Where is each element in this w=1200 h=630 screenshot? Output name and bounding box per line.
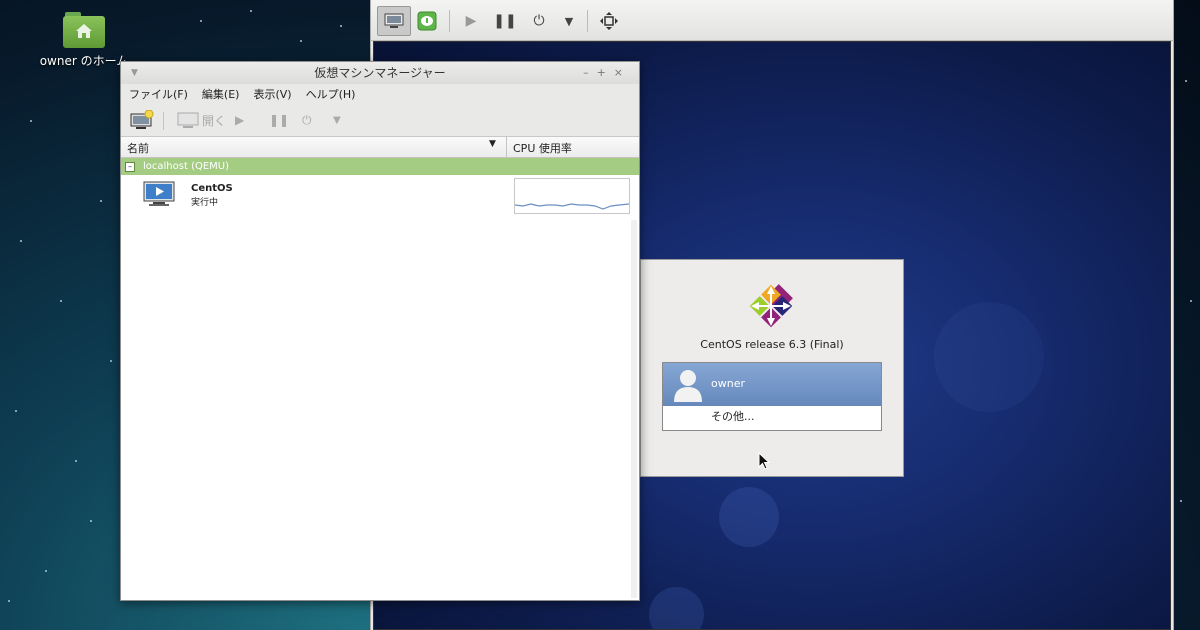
user-item-owner[interactable]: owner: [663, 363, 881, 406]
mouse-cursor-icon: [758, 451, 771, 473]
manager-toolbar: 開く ▶ ❚❚ ⏻ ▼: [121, 104, 639, 137]
chevron-down-icon: ▼: [564, 14, 574, 28]
user-name: owner: [711, 377, 745, 390]
centos-logo: [747, 282, 795, 333]
pause-icon: ❚❚: [269, 113, 290, 127]
open-button[interactable]: 開く: [177, 110, 226, 130]
host-row[interactable]: – localhost (QEMU): [121, 158, 639, 175]
new-vm-icon: [130, 110, 154, 129]
pause-icon: ❚❚: [493, 13, 517, 29]
shutdown-menu-button[interactable]: ▼: [333, 110, 341, 130]
monitor-icon: [384, 13, 404, 28]
pause-button[interactable]: ❚❚: [269, 110, 289, 130]
chevron-down-icon: ▼: [333, 114, 341, 126]
vm-name: CentOS: [191, 183, 233, 194]
fullscreen-button[interactable]: [595, 8, 623, 34]
user-list: owner その他...: [662, 362, 882, 431]
power-icon: ⏻: [533, 13, 545, 29]
shutdown-button[interactable]: ⏻: [302, 110, 312, 130]
run-button[interactable]: ▶: [235, 110, 244, 130]
maximize-icon[interactable]: +: [597, 66, 614, 79]
sort-arrow-icon[interactable]: ▼: [489, 139, 496, 149]
play-icon: ▶: [465, 13, 477, 29]
window-menu-icon[interactable]: ▼: [131, 62, 138, 84]
vm-row[interactable]: CentOS 実行中: [121, 175, 639, 215]
manager-titlebar[interactable]: ▼ 仮想マシンマネージャー –+×: [121, 62, 639, 84]
menu-edit[interactable]: 編集(E): [202, 86, 240, 102]
viewer-toolbar: ▶ ❚❚ ⏻ ▼: [371, 0, 1173, 41]
pause-button[interactable]: ❚❚: [491, 8, 519, 34]
host-label: localhost (QEMU): [143, 161, 230, 172]
fullscreen-icon: [600, 12, 618, 30]
close-icon[interactable]: ×: [614, 66, 631, 79]
show-console-button[interactable]: [377, 6, 411, 36]
open-label: 開く: [202, 113, 227, 128]
os-release-text: CentOS release 6.3 (Final): [700, 338, 844, 351]
menu-help[interactable]: ヘルプ(H): [306, 86, 356, 102]
vm-status: 実行中: [191, 198, 219, 208]
collapse-icon[interactable]: –: [125, 162, 135, 172]
running-vm-icon: [143, 181, 175, 210]
minimize-icon[interactable]: –: [583, 66, 597, 79]
desktop-home-label: owner のホーム: [39, 54, 129, 68]
avatar: [671, 366, 705, 402]
desktop-home-shortcut[interactable]: owner のホーム: [38, 12, 130, 69]
home-folder-icon: [63, 12, 105, 48]
menu-file[interactable]: ファイル(F): [129, 86, 188, 102]
shutdown-menu-button[interactable]: ▼: [555, 8, 583, 34]
menu-view[interactable]: 表示(V): [253, 86, 291, 102]
monitor-icon: [177, 112, 199, 128]
list-scrollbar[interactable]: [631, 220, 637, 598]
cpu-usage-graph: [514, 178, 630, 214]
guest-login-dialog: CentOS release 6.3 (Final) owner その他...: [640, 259, 904, 477]
column-cpu-usage[interactable]: CPU 使用率: [513, 140, 572, 156]
virt-manager-window: ▼ 仮想マシンマネージャー –+× ファイル(F) 編集(E) 表示(V) ヘル…: [120, 61, 640, 601]
window-controls: –+×: [583, 62, 631, 84]
column-name[interactable]: 名前: [127, 140, 149, 156]
show-details-button[interactable]: [413, 8, 441, 34]
power-icon: ⏻: [302, 112, 312, 127]
shutdown-button[interactable]: ⏻: [525, 8, 553, 34]
user-item-other[interactable]: その他...: [663, 406, 881, 428]
info-icon: [417, 11, 437, 31]
play-icon: ▶: [235, 113, 245, 127]
menu-bar: ファイル(F) 編集(E) 表示(V) ヘルプ(H): [121, 84, 639, 104]
new-vm-button[interactable]: [130, 110, 154, 130]
window-title: 仮想マシンマネージャー: [314, 66, 446, 80]
run-button[interactable]: ▶: [457, 8, 485, 34]
column-header: 名前 ▼ CPU 使用率: [121, 137, 639, 158]
